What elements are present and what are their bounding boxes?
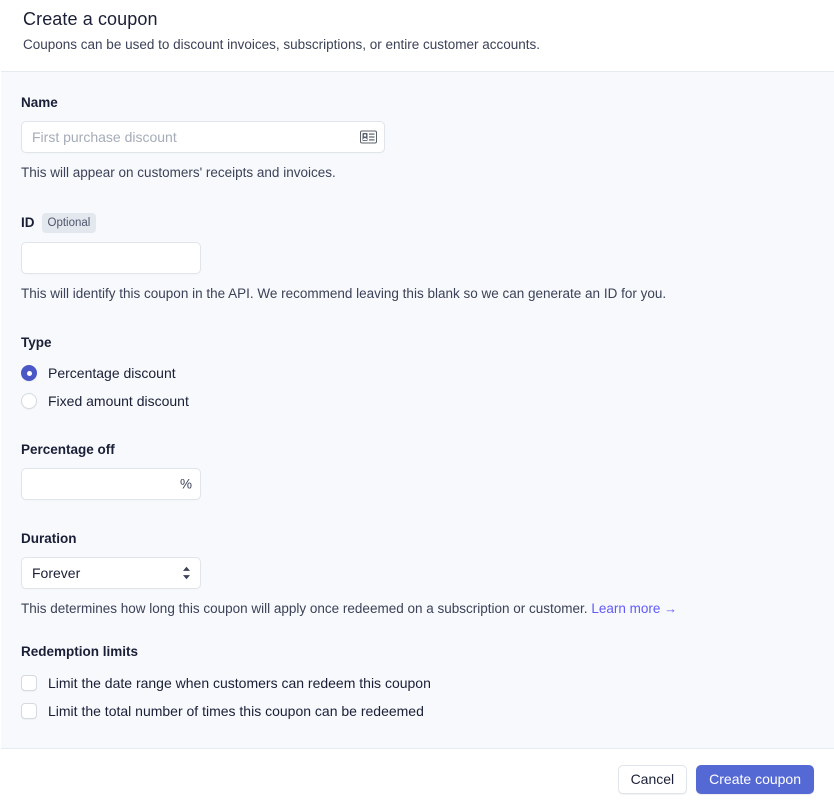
duration-select[interactable]: Forever xyxy=(21,557,201,589)
name-label: Name xyxy=(21,95,58,110)
dialog-footer: Cancel Create coupon xyxy=(1,748,834,809)
type-label: Type xyxy=(21,335,52,350)
cancel-button[interactable]: Cancel xyxy=(617,764,688,794)
checkbox-row-date-range[interactable]: Limit the date range when customers can … xyxy=(21,670,814,696)
create-coupon-button[interactable]: Create coupon xyxy=(696,764,814,794)
learn-more-link[interactable]: Learn more → xyxy=(591,601,677,616)
name-input[interactable] xyxy=(21,121,385,153)
dialog-body: Name This will appear on customers' rece xyxy=(1,72,834,748)
dialog-header: Create a coupon Coupons can be used to d… xyxy=(1,0,834,72)
redemption-limits-group: Redemption limits Limit the date range w… xyxy=(21,643,814,724)
page-title: Create a coupon xyxy=(23,9,158,29)
duration-helper-text: This determines how long this coupon wil… xyxy=(21,599,814,619)
id-input[interactable] xyxy=(21,242,201,274)
name-field-group: Name This will appear on customers' rece xyxy=(21,94,814,183)
name-input-wrap xyxy=(21,121,385,153)
duration-select-wrap[interactable]: Forever xyxy=(21,557,201,589)
learn-more-label: Learn more xyxy=(591,601,661,616)
name-helper-text: This will appear on customers' receipts … xyxy=(21,165,336,180)
duration-field-group: Duration Forever This determines how lon… xyxy=(21,530,814,619)
duration-select-value: Forever xyxy=(32,565,81,581)
id-helper-text: This will identify this coupon in the AP… xyxy=(21,286,667,301)
radio-fixed-amount-discount[interactable]: Fixed amount discount xyxy=(21,389,814,413)
redemption-limits-label: Redemption limits xyxy=(21,644,139,659)
radio-label-percentage: Percentage discount xyxy=(48,365,176,381)
optional-badge: Optional xyxy=(41,213,97,233)
id-input-wrap xyxy=(21,242,201,274)
page-subtitle: Coupons can be used to discount invoices… xyxy=(23,37,541,52)
checkbox-icon-total-times[interactable] xyxy=(21,703,37,719)
id-label: ID xyxy=(21,215,35,230)
id-label-row: ID Optional xyxy=(21,213,814,233)
duration-label: Duration xyxy=(21,531,77,546)
checkbox-icon-date-range[interactable] xyxy=(21,675,37,691)
type-field-group: Type Percentage discount Fixed amount di… xyxy=(21,334,814,413)
duration-helper-sentence: This determines how long this coupon wil… xyxy=(21,601,588,616)
percentage-input-wrap: % xyxy=(21,468,201,500)
id-field-group: ID Optional This will identify this coup… xyxy=(21,213,814,304)
checkbox-label-date-range: Limit the date range when customers can … xyxy=(48,675,431,691)
radio-icon-unselected[interactable] xyxy=(21,393,37,409)
checkbox-row-total-times[interactable]: Limit the total number of times this cou… xyxy=(21,698,814,724)
radio-icon-selected[interactable] xyxy=(21,365,37,381)
radio-percentage-discount[interactable]: Percentage discount xyxy=(21,361,814,385)
checkbox-label-total-times: Limit the total number of times this cou… xyxy=(48,703,424,719)
arrow-right-icon: → xyxy=(664,601,678,616)
percentage-input[interactable] xyxy=(21,468,201,500)
create-coupon-dialog: Create a coupon Coupons can be used to d… xyxy=(0,0,834,809)
percentage-label: Percentage off xyxy=(21,442,115,457)
radio-label-fixed: Fixed amount discount xyxy=(48,393,189,409)
percentage-field-group: Percentage off % xyxy=(21,441,814,500)
